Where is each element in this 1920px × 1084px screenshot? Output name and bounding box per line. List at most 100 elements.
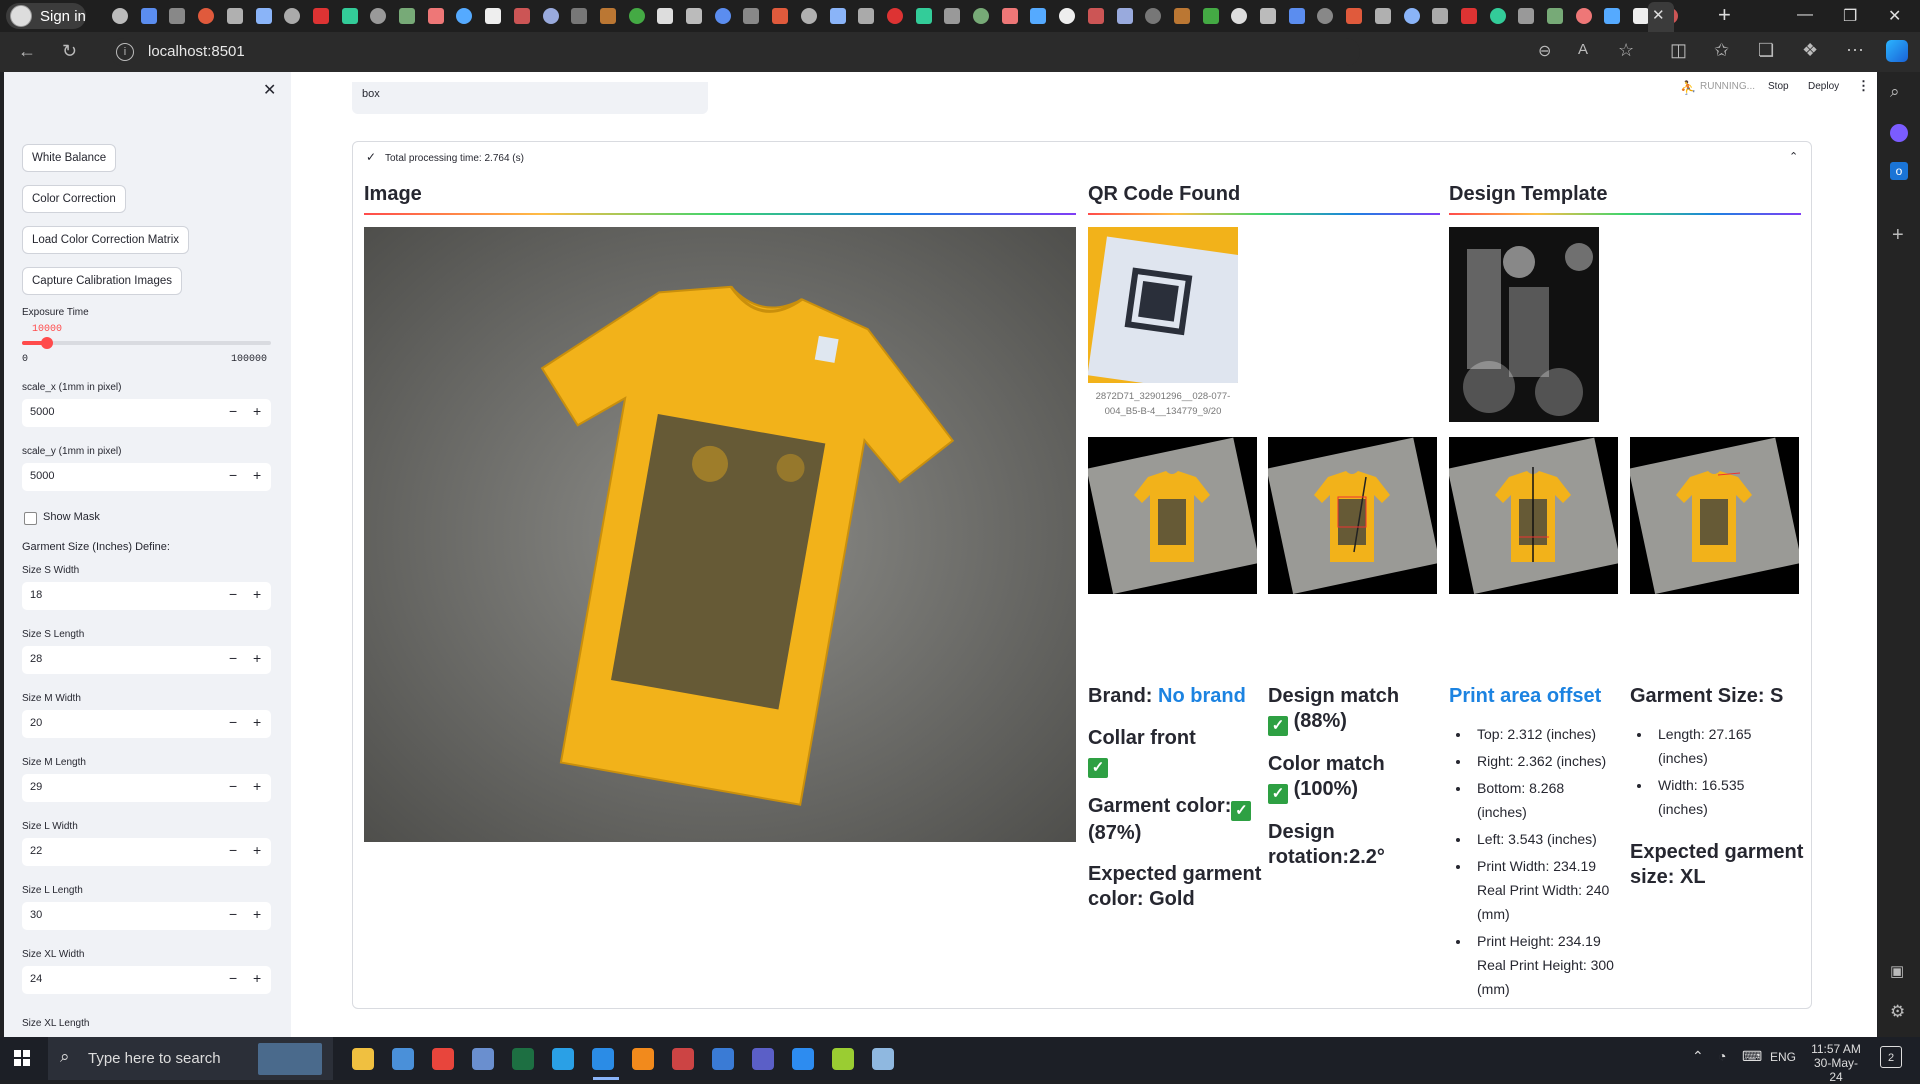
browser-tab-favicon-icon[interactable] [112, 8, 128, 24]
browser-tab-favicon-icon[interactable] [1432, 8, 1449, 24]
address-bar[interactable]: i localhost:8501 [110, 38, 1360, 66]
size-number-input[interactable]: 22 − + [22, 838, 271, 866]
language-indicator[interactable]: ENG [1770, 1050, 1796, 1064]
browser-tab-favicon-icon[interactable] [1202, 8, 1219, 24]
extensions-icon[interactable]: ❖ [1802, 40, 1818, 61]
windows-start-icon[interactable] [14, 1050, 30, 1066]
browser-tab-favicon-icon[interactable] [1001, 8, 1018, 24]
keyboard-icon[interactable]: ⌨ [1742, 1048, 1762, 1065]
browser-tab-favicon-icon[interactable] [800, 8, 817, 24]
increment-button[interactable]: + [253, 906, 261, 922]
add-sidebar-app-icon[interactable]: + [1892, 224, 1904, 247]
browser-tab-favicon-icon[interactable] [1547, 8, 1563, 24]
minimize-icon[interactable]: — [1797, 6, 1813, 24]
selectbox[interactable]: box [352, 82, 708, 114]
browser-tab-favicon-icon[interactable] [1173, 8, 1190, 24]
browser-tab-favicon-icon[interactable] [1403, 8, 1420, 24]
browser-tab-favicon-icon[interactable] [1346, 8, 1363, 24]
browser-tab-favicon-icon[interactable] [255, 8, 272, 24]
browser-tab-favicon-icon[interactable] [169, 8, 186, 24]
increment-button[interactable]: + [253, 467, 261, 483]
increment-button[interactable]: + [253, 970, 261, 986]
file-explorer-icon[interactable] [352, 1048, 374, 1070]
app-icon[interactable] [872, 1048, 894, 1070]
browser-tab-favicon-icon[interactable] [973, 8, 989, 24]
increment-button[interactable]: + [253, 403, 261, 419]
notification-icon[interactable]: 2 [1880, 1046, 1902, 1068]
size-number-input[interactable]: 20 − + [22, 710, 271, 738]
hidden-icons-chevron-icon[interactable]: ⌃ [1692, 1048, 1704, 1065]
split-screen-icon[interactable]: ◫ [1670, 40, 1687, 61]
close-sidebar-icon[interactable]: ✕ [263, 80, 276, 100]
close-tab-icon[interactable]: ✕ [1652, 6, 1665, 24]
read-aloud-icon[interactable]: A [1578, 41, 1588, 58]
browser-tab-favicon-icon[interactable] [1604, 8, 1621, 24]
browser-tab-favicon-icon[interactable] [312, 8, 329, 24]
exposure-slider-handle[interactable] [40, 337, 53, 349]
browser-tab-favicon-icon[interactable] [714, 8, 731, 24]
decrement-button[interactable]: − [229, 403, 237, 419]
decrement-button[interactable]: − [229, 467, 237, 483]
increment-button[interactable]: + [253, 650, 261, 666]
show-mask-checkbox[interactable] [24, 512, 37, 525]
browser-tab-favicon-icon[interactable] [915, 8, 932, 24]
browser-tab-favicon-icon[interactable] [686, 8, 702, 24]
browser-tab-favicon-icon[interactable] [1575, 8, 1592, 24]
browser-tab-favicon-icon[interactable] [341, 8, 358, 24]
teams-icon[interactable] [752, 1048, 774, 1070]
site-info-icon[interactable]: i [116, 43, 134, 61]
size-number-input[interactable]: 29 − + [22, 774, 271, 802]
decrement-button[interactable]: − [229, 970, 237, 986]
browser-tab-favicon-icon[interactable] [1116, 8, 1133, 24]
new-tab-icon[interactable]: + [1718, 2, 1731, 28]
chevron-up-icon[interactable]: ⌃ [1789, 150, 1798, 163]
browser-tab-favicon-icon[interactable] [456, 8, 473, 24]
window-close-icon[interactable]: ✕ [1888, 6, 1901, 26]
vscode-icon[interactable] [592, 1048, 614, 1070]
browser-tab-favicon-icon[interactable] [858, 8, 875, 24]
scale-y-input[interactable]: 5000 − + [22, 463, 271, 491]
browser-tab-favicon-icon[interactable] [1231, 8, 1248, 24]
increment-button[interactable]: + [253, 714, 261, 730]
increment-button[interactable]: + [253, 778, 261, 794]
browser-tab-favicon-icon[interactable] [198, 8, 215, 24]
browser-tab-favicon-icon[interactable] [1633, 8, 1650, 24]
copilot-icon[interactable] [1886, 40, 1908, 62]
browser-tab-favicon-icon[interactable] [1260, 8, 1276, 24]
browser-tab-favicon-icon[interactable] [542, 8, 559, 24]
browser-tab-favicon-icon[interactable] [1087, 8, 1104, 24]
browser-tab-favicon-icon[interactable] [743, 8, 760, 24]
browser-tab-favicon-icon[interactable] [1518, 8, 1535, 24]
browser-tab-favicon-icon[interactable] [485, 8, 502, 24]
capture-calibration-images-button[interactable]: Capture Calibration Images [22, 267, 182, 295]
browser-tab-favicon-icon[interactable] [427, 8, 444, 24]
decrement-button[interactable]: − [229, 778, 237, 794]
size-number-input[interactable]: 30 − + [22, 902, 271, 930]
app-icon[interactable] [672, 1048, 694, 1070]
sign-in-button[interactable]: Sign in [6, 3, 86, 29]
decrement-button[interactable]: − [229, 906, 237, 922]
decrement-button[interactable]: − [229, 842, 237, 858]
scale-x-input[interactable]: 5000 − + [22, 399, 271, 427]
zoom-icon[interactable]: ⊖ [1538, 41, 1551, 61]
increment-button[interactable]: + [253, 842, 261, 858]
back-icon[interactable]: ← [18, 41, 36, 62]
browser-tab-favicon-icon[interactable] [628, 8, 645, 24]
browser-tab-favicon-icon[interactable] [886, 8, 903, 24]
browser-tab-favicon-icon[interactable] [1317, 8, 1334, 24]
increment-button[interactable]: + [253, 586, 261, 602]
app-icon[interactable] [392, 1048, 414, 1070]
browser-tab-favicon-icon[interactable] [1059, 8, 1076, 24]
browser-tab-favicon-icon[interactable] [140, 8, 157, 24]
stop-button[interactable]: Stop [1768, 81, 1789, 92]
chrome-icon[interactable] [432, 1048, 454, 1070]
home-assistant-icon[interactable] [632, 1048, 654, 1070]
refresh-icon[interactable]: ↻ [62, 41, 77, 62]
browser-tab-favicon-icon[interactable] [226, 8, 243, 24]
browser-tab-favicon-icon[interactable] [829, 8, 846, 24]
settings-gear-icon[interactable]: ⚙ [1890, 1002, 1905, 1022]
more-icon[interactable]: ⋯ [1846, 40, 1864, 61]
screenshot-icon[interactable]: ▣ [1890, 962, 1904, 980]
collections-icon[interactable]: ❏ [1758, 40, 1774, 61]
app-icon[interactable] [792, 1048, 814, 1070]
